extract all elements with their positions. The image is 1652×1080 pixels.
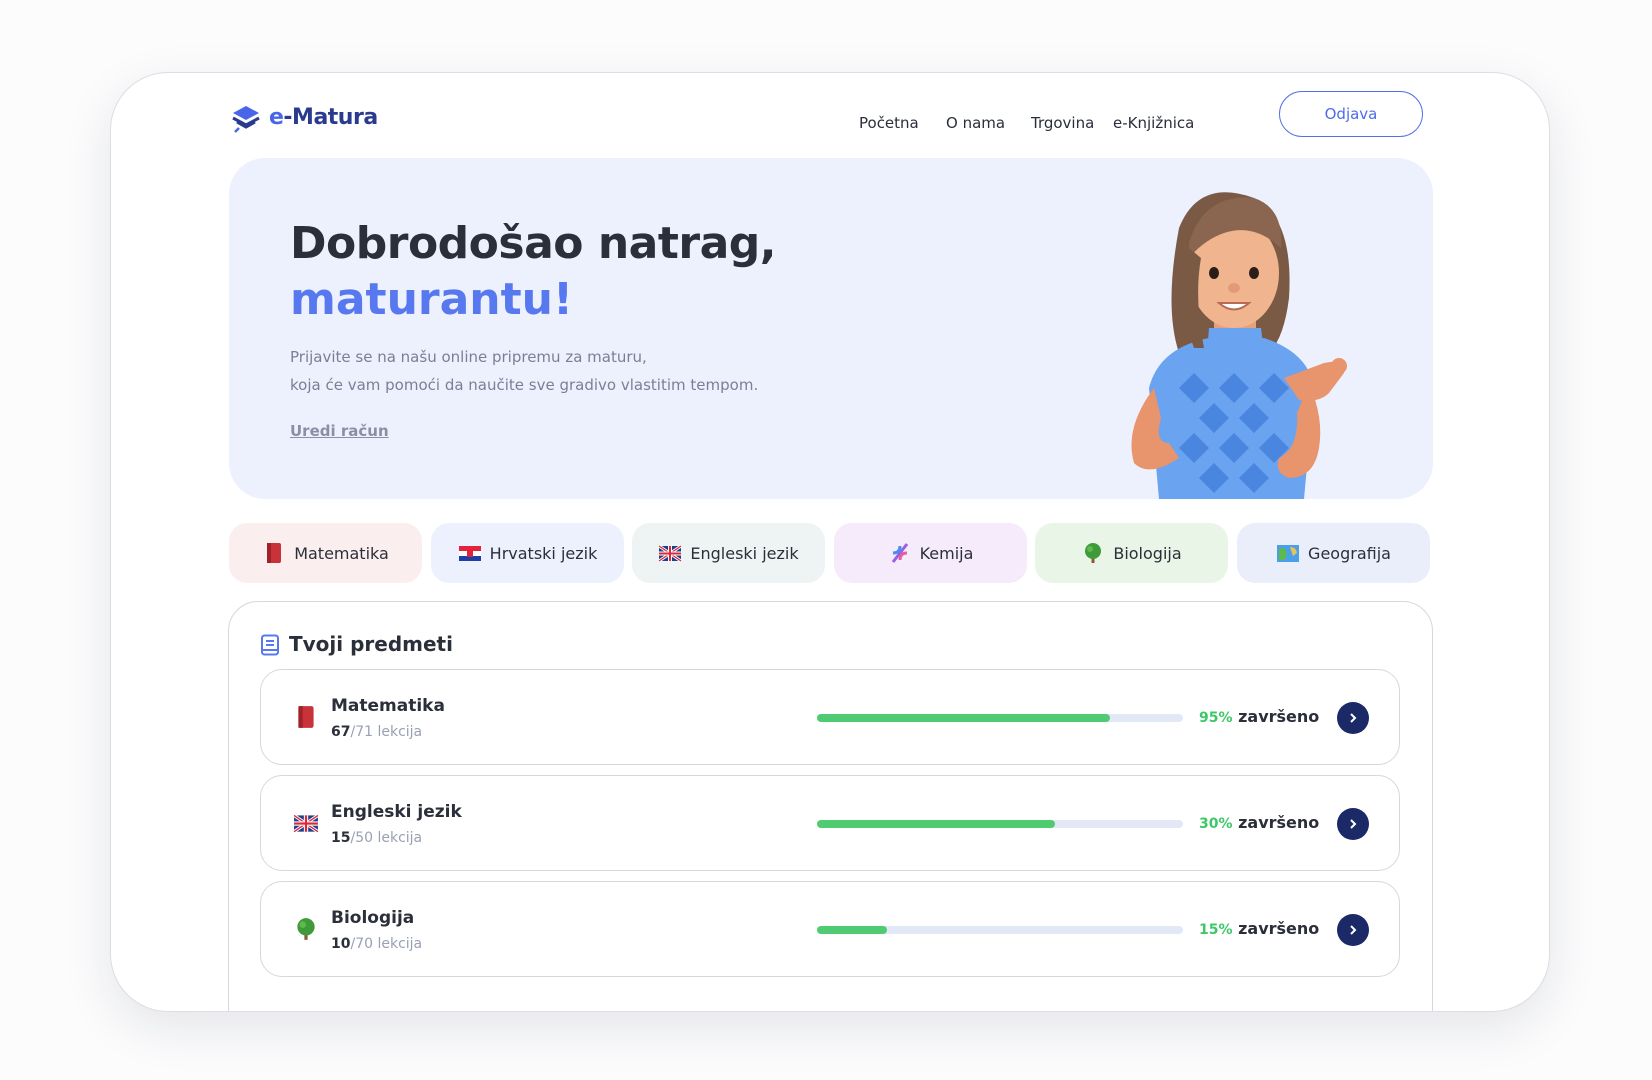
- book-outline-icon: [261, 634, 279, 656]
- panel-title: Tvoji predmeti: [289, 632, 453, 656]
- progress-fill: [817, 820, 1055, 828]
- chip-label: Biologija: [1113, 543, 1182, 563]
- hero-title: Dobrodošao natrag,: [290, 218, 776, 269]
- subject-name: Engleski jezik: [331, 802, 462, 822]
- uk-flag-icon: [293, 814, 319, 834]
- book-icon: [267, 543, 282, 563]
- progress-fill: [817, 926, 887, 934]
- progress-bar: [817, 926, 1183, 934]
- chip-label: Geografija: [1308, 543, 1391, 563]
- edit-account-link[interactable]: Uredi račun: [290, 422, 389, 440]
- nav-item-trgovina[interactable]: Trgovina: [1031, 114, 1094, 132]
- progress-label: 15% završeno: [1199, 919, 1320, 938]
- subject-row-matematika[interactable]: Matematika 67/71 lekcija 95% završeno: [260, 669, 1400, 765]
- chevron-right-icon: [1350, 819, 1357, 829]
- open-subject-button[interactable]: [1337, 702, 1369, 734]
- chip-matematika[interactable]: Matematika: [229, 523, 422, 583]
- student-mascot-illustration: [1131, 192, 1347, 499]
- book-icon: [298, 706, 314, 728]
- welcome-hero: Dobrodošao natrag, maturantu! Prijavite …: [229, 158, 1433, 499]
- open-subject-button[interactable]: [1337, 914, 1369, 946]
- chip-label: Kemija: [919, 543, 974, 563]
- subject-row-biologija[interactable]: Biologija 10/70 lekcija 15% završeno: [260, 881, 1400, 977]
- dna-icon: [891, 543, 908, 563]
- subject-name: Biologija: [331, 908, 415, 928]
- progress-label: 30% završeno: [1199, 813, 1320, 832]
- map-icon: [1277, 545, 1300, 562]
- chip-label: Matematika: [294, 543, 389, 563]
- progress-fill: [817, 714, 1110, 722]
- nav-item-e-knjiznica[interactable]: e-Knjižnica: [1113, 114, 1194, 132]
- chip-geografija[interactable]: Geografija: [1237, 523, 1430, 583]
- progress-label: 95% završeno: [1199, 707, 1320, 726]
- progress-bar: [817, 714, 1183, 722]
- tree-icon: [297, 918, 315, 940]
- chevron-right-icon: [1350, 713, 1357, 723]
- my-subjects-panel: Tvoji predmeti Matematika 67/71 lekcija …: [228, 601, 1433, 1011]
- progress-bar: [817, 820, 1183, 828]
- uk-flag-icon: [658, 544, 683, 563]
- hero-description: Prijavite se na našu online pripremu za …: [290, 348, 759, 394]
- app-window: e-Matura Početna O nama Trgovina e-Knjiž…: [110, 72, 1550, 1012]
- lesson-count: 10/70 lekcija: [331, 936, 423, 952]
- croatia-flag-icon: [458, 546, 481, 561]
- chip-engleski-jezik[interactable]: Engleski jezik: [632, 523, 825, 583]
- chip-hrvatski-jezik[interactable]: Hrvatski jezik: [431, 523, 624, 583]
- lesson-count: 15/50 lekcija: [331, 830, 423, 846]
- subject-chips: Matematika Hrvatski jezik Engleski jezik…: [229, 523, 1433, 583]
- chip-label: Hrvatski jezik: [489, 543, 598, 563]
- lesson-count: 67/71 lekcija: [331, 724, 423, 740]
- open-subject-button[interactable]: [1337, 808, 1369, 840]
- hero-title-highlight: maturantu!: [290, 274, 574, 325]
- chip-label: Engleski jezik: [690, 543, 799, 563]
- chevron-right-icon: [1350, 925, 1357, 935]
- chip-biologija[interactable]: Biologija: [1035, 523, 1228, 583]
- nav-item-o-nama[interactable]: O nama: [946, 114, 1005, 132]
- tree-icon: [1085, 543, 1102, 563]
- subject-name: Matematika: [331, 696, 445, 716]
- nav-item-pocetna[interactable]: Početna: [859, 114, 919, 132]
- chip-kemija[interactable]: Kemija: [834, 523, 1027, 583]
- logout-button[interactable]: Odjava: [1279, 91, 1423, 137]
- subject-row-engleski-jezik[interactable]: Engleski jezik 15/50 lekcija 30% završen…: [260, 775, 1400, 871]
